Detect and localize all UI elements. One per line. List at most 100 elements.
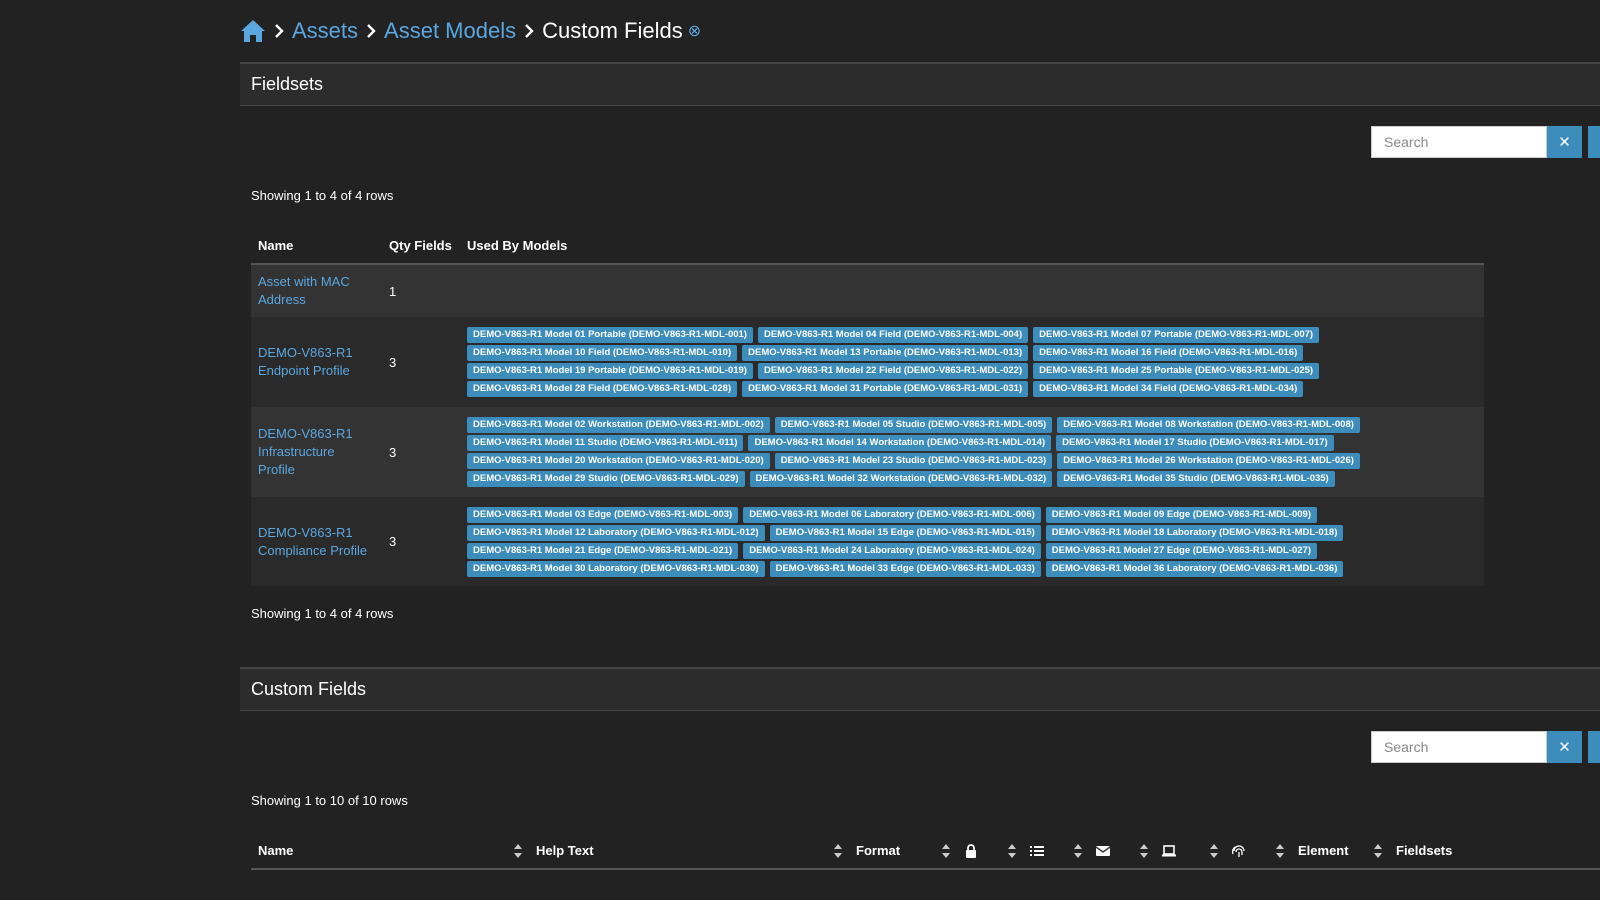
model-label[interactable]: DEMO-V863-R1 Model 20 Workstation (DEMO-… bbox=[467, 453, 770, 469]
model-label[interactable]: DEMO-V863-R1 Model 23 Studio (DEMO-V863-… bbox=[774, 453, 1053, 469]
model-label[interactable]: DEMO-V863-R1 Model 33 Edge (DEMO-V863-R1… bbox=[769, 560, 1041, 577]
model-label[interactable]: DEMO-V863-R1 Model 29 Studio (DEMO-V863-… bbox=[467, 471, 745, 487]
model-label[interactable]: DEMO-V863-R1 Model 03 Edge (DEMO-V863-R1… bbox=[467, 506, 739, 523]
model-labels: DEMO-V863-R1 Model 03 Edge (DEMO-V863-R1… bbox=[467, 506, 1477, 577]
model-label[interactable]: DEMO-V863-R1 Model 30 Laboratory (DEMO-V… bbox=[467, 560, 765, 577]
model-label[interactable]: DEMO-V863-R1 Model 34 Field (DEMO-V863-R… bbox=[1033, 381, 1304, 397]
sort-icon bbox=[514, 844, 522, 859]
model-label[interactable]: DEMO-V863-R1 Model 13 Portable (DEMO-V86… bbox=[742, 345, 1029, 361]
custom-fields-showing: Showing 1 to 10 of 10 rows bbox=[251, 793, 408, 808]
model-label[interactable]: DEMO-V863-R1 Model 02 Workstation (DEMO-… bbox=[467, 417, 770, 433]
model-label[interactable]: DEMO-V863-R1 Model 04 Field (DEMO-V863-R… bbox=[757, 327, 1029, 343]
column-header-name[interactable]: Name bbox=[251, 833, 529, 870]
sort-icon bbox=[1140, 844, 1148, 859]
model-label[interactable]: DEMO-V863-R1 Model 07 Portable (DEMO-V86… bbox=[1033, 327, 1320, 343]
model-label[interactable]: DEMO-V863-R1 Model 19 Portable (DEMO-V86… bbox=[467, 363, 753, 379]
column-header-element-label: Element bbox=[1298, 842, 1349, 858]
custom-fields-toolbar: ✕ bbox=[1371, 731, 1600, 763]
fieldset-name-link[interactable]: DEMO-V863-R1 Infrastructure Profile bbox=[258, 426, 353, 477]
model-label[interactable]: DEMO-V863-R1 Model 27 Edge (DEMO-V863-R1… bbox=[1045, 542, 1317, 559]
column-header-encrypted[interactable] bbox=[957, 833, 1023, 870]
qty-fields-value: 3 bbox=[382, 317, 460, 407]
table-row: Asset with MAC Address 1 bbox=[251, 264, 1484, 317]
column-header-fieldsets[interactable]: Fieldsets bbox=[1389, 833, 1600, 870]
custom-fields-title: Custom Fields bbox=[240, 669, 1600, 711]
lock-icon bbox=[966, 844, 976, 859]
column-header-help-text[interactable]: Help Text bbox=[529, 833, 849, 870]
model-label[interactable]: DEMO-V863-R1 Model 06 Laboratory (DEMO-V… bbox=[743, 506, 1041, 523]
sort-icon bbox=[834, 844, 842, 859]
model-label[interactable]: DEMO-V863-R1 Model 21 Edge (DEMO-V863-R1… bbox=[467, 542, 739, 559]
column-header-name[interactable]: Name bbox=[251, 228, 382, 265]
column-header-unique[interactable] bbox=[1225, 833, 1291, 870]
model-label[interactable]: DEMO-V863-R1 Model 31 Portable (DEMO-V86… bbox=[742, 381, 1029, 397]
model-labels: DEMO-V863-R1 Model 01 Portable (DEMO-V86… bbox=[467, 327, 1477, 397]
envelope-icon bbox=[1096, 846, 1110, 857]
sort-icon bbox=[1008, 844, 1016, 859]
column-header-format-label: Format bbox=[856, 842, 901, 858]
column-header-element[interactable]: Element bbox=[1291, 833, 1389, 870]
table-row: DEMO-V863-R1 Infrastructure Profile 3 DE… bbox=[251, 407, 1484, 497]
fieldsets-title: Fieldsets bbox=[240, 64, 1600, 106]
column-header-email[interactable] bbox=[1089, 833, 1155, 870]
qty-fields-value: 1 bbox=[382, 264, 460, 317]
table-row: DEMO-V863-R1 Endpoint Profile 3 DEMO-V86… bbox=[251, 317, 1484, 407]
model-label[interactable]: DEMO-V863-R1 Model 05 Studio (DEMO-V863-… bbox=[774, 417, 1053, 433]
model-label[interactable]: DEMO-V863-R1 Model 35 Studio (DEMO-V863-… bbox=[1057, 471, 1335, 487]
model-label[interactable]: DEMO-V863-R1 Model 25 Portable (DEMO-V86… bbox=[1033, 363, 1320, 379]
laptop-icon bbox=[1162, 845, 1176, 857]
table-row: DEMO-V863-R1 Compliance Profile 3 DEMO-V… bbox=[251, 497, 1484, 586]
model-label[interactable]: DEMO-V863-R1 Model 09 Edge (DEMO-V863-R1… bbox=[1045, 506, 1317, 523]
breadcrumb-assets[interactable]: Assets bbox=[292, 18, 358, 44]
model-labels: DEMO-V863-R1 Model 02 Workstation (DEMO-… bbox=[467, 417, 1477, 487]
sort-icon bbox=[1210, 844, 1218, 859]
fieldsets-showing-top: Showing 1 to 4 of 4 rows bbox=[251, 188, 394, 203]
page-title: Custom Fields bbox=[542, 18, 683, 43]
model-label[interactable]: DEMO-V863-R1 Model 08 Workstation (DEMO-… bbox=[1057, 417, 1360, 433]
column-header-used-by-models[interactable]: Used By Models bbox=[460, 228, 1484, 265]
model-label[interactable]: DEMO-V863-R1 Model 18 Laboratory (DEMO-V… bbox=[1045, 524, 1344, 541]
custom-fields-search-input[interactable] bbox=[1371, 731, 1547, 763]
used-by-models-cell bbox=[460, 264, 1484, 317]
column-header-format[interactable]: Format bbox=[849, 833, 957, 870]
fieldset-name-link[interactable]: DEMO-V863-R1 Compliance Profile bbox=[258, 525, 367, 558]
fieldsets-search-input[interactable] bbox=[1371, 126, 1547, 158]
column-header-help-text-label: Help Text bbox=[536, 842, 594, 858]
breadcrumb-asset-models[interactable]: Asset Models bbox=[384, 18, 516, 44]
model-label[interactable]: DEMO-V863-R1 Model 36 Laboratory (DEMO-V… bbox=[1045, 560, 1344, 577]
model-label[interactable]: DEMO-V863-R1 Model 11 Studio (DEMO-V863-… bbox=[467, 435, 744, 451]
chevron-right-icon bbox=[524, 23, 534, 39]
model-label[interactable]: DEMO-V863-R1 Model 22 Field (DEMO-V863-R… bbox=[757, 363, 1029, 379]
fieldsets-panel: Fieldsets ✕ Showing 1 to 4 of 4 rows Nam… bbox=[240, 62, 1600, 648]
chevron-right-icon bbox=[366, 23, 376, 39]
fieldset-name-link[interactable]: Asset with MAC Address bbox=[258, 274, 350, 307]
qty-fields-value: 3 bbox=[382, 497, 460, 586]
model-label[interactable]: DEMO-V863-R1 Model 15 Edge (DEMO-V863-R1… bbox=[769, 524, 1041, 541]
model-label[interactable]: DEMO-V863-R1 Model 14 Workstation (DEMO-… bbox=[748, 435, 1052, 451]
model-label[interactable]: DEMO-V863-R1 Model 17 Studio (DEMO-V863-… bbox=[1056, 435, 1334, 451]
custom-fields-toolbar-button[interactable] bbox=[1588, 731, 1600, 763]
fieldsets-clear-search-button[interactable]: ✕ bbox=[1547, 126, 1582, 158]
model-label[interactable]: DEMO-V863-R1 Model 28 Field (DEMO-V863-R… bbox=[467, 381, 738, 397]
model-label[interactable]: DEMO-V863-R1 Model 24 Laboratory (DEMO-V… bbox=[743, 542, 1041, 559]
fieldsets-toolbar-button[interactable] bbox=[1588, 126, 1600, 158]
column-header-display[interactable] bbox=[1155, 833, 1225, 870]
help-icon[interactable]: ⊗ bbox=[688, 21, 701, 41]
sort-icon bbox=[942, 844, 950, 859]
column-header-listbox[interactable] bbox=[1023, 833, 1089, 870]
column-header-qty-fields[interactable]: Qty Fields bbox=[382, 228, 460, 265]
fieldsets-showing-bottom: Showing 1 to 4 of 4 rows bbox=[251, 606, 394, 621]
model-label[interactable]: DEMO-V863-R1 Model 01 Portable (DEMO-V86… bbox=[467, 327, 753, 343]
home-icon[interactable] bbox=[240, 19, 266, 43]
model-label[interactable]: DEMO-V863-R1 Model 12 Laboratory (DEMO-V… bbox=[467, 524, 765, 541]
model-label[interactable]: DEMO-V863-R1 Model 32 Workstation (DEMO-… bbox=[749, 471, 1053, 487]
model-label[interactable]: DEMO-V863-R1 Model 26 Workstation (DEMO-… bbox=[1057, 453, 1360, 469]
custom-fields-clear-search-button[interactable]: ✕ bbox=[1547, 731, 1582, 763]
column-header-name-label: Name bbox=[258, 842, 294, 858]
fieldset-name-link[interactable]: DEMO-V863-R1 Endpoint Profile bbox=[258, 345, 353, 378]
custom-fields-panel: Custom Fields ✕ Showing 1 to 10 of 10 ro… bbox=[240, 667, 1600, 900]
breadcrumb: Assets Asset Models Custom Fields ⊗ bbox=[240, 14, 701, 48]
model-label[interactable]: DEMO-V863-R1 Model 16 Field (DEMO-V863-R… bbox=[1033, 345, 1304, 361]
model-label[interactable]: DEMO-V863-R1 Model 10 Field (DEMO-V863-R… bbox=[467, 345, 738, 361]
sort-icon bbox=[1276, 844, 1284, 859]
